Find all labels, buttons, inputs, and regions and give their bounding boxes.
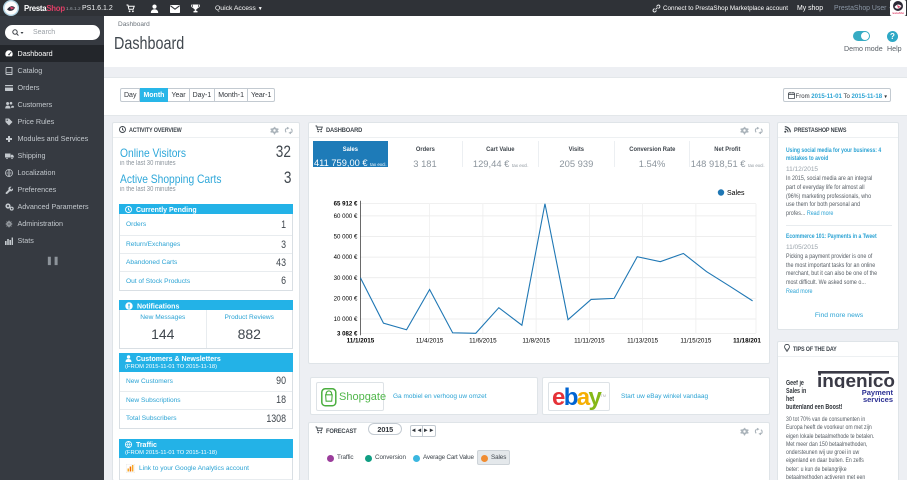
svg-text:11/4/2015: 11/4/2015 — [416, 337, 444, 344]
svg-text:3 082 €: 3 082 € — [337, 330, 358, 337]
svg-text:11/8/2015: 11/8/2015 — [522, 337, 550, 344]
svg-text:30 000 €: 30 000 € — [334, 275, 358, 282]
svg-text:11/18/201: 11/18/201 — [733, 337, 761, 344]
svg-text:11/13/2015: 11/13/2015 — [627, 337, 659, 344]
svg-text:11/1/2015: 11/1/2015 — [347, 337, 375, 344]
svg-text:PrestaShop: PrestaShop — [892, 11, 904, 15]
svg-text:20 000 €: 20 000 € — [334, 295, 358, 302]
svg-text:65 912 €: 65 912 € — [334, 201, 358, 208]
svg-text:11/6/2015: 11/6/2015 — [469, 337, 497, 344]
svg-text:50 000 €: 50 000 € — [334, 234, 358, 241]
svg-text:60 000 €: 60 000 € — [334, 213, 358, 220]
svg-text:ingenico: ingenico — [817, 371, 895, 388]
svg-text:40 000 €: 40 000 € — [334, 254, 358, 261]
svg-text:11/11/2015: 11/11/2015 — [574, 337, 605, 344]
svg-text:Sales: Sales — [727, 190, 745, 197]
svg-text:11/15/2015: 11/15/2015 — [680, 337, 712, 344]
svg-text:10 000 €: 10 000 € — [334, 316, 358, 323]
